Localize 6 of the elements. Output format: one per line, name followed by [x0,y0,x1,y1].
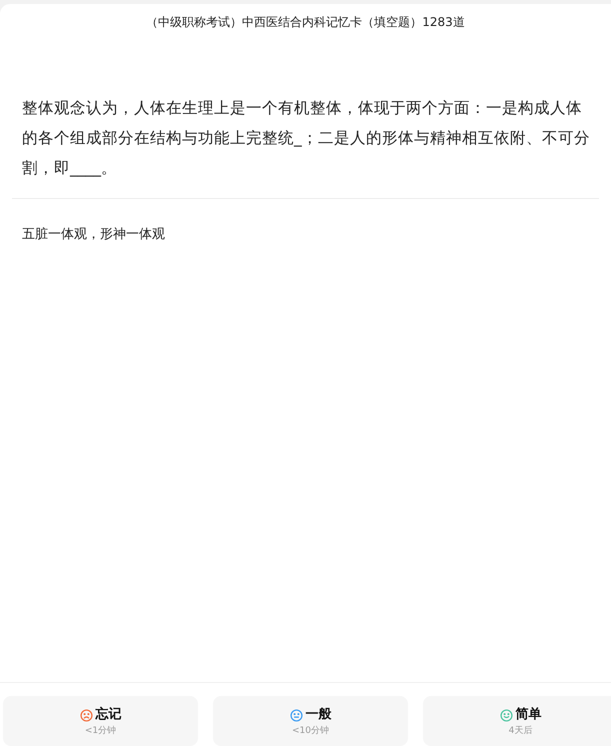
question-text: 整体观念认为，人体在生理上是一个有机整体，体现于两个方面：一是构成人体的各个组成部分在结构与功能上完整统_；二是人的形体与精神相互依附、不可分割，即____。 [22,98,591,179]
rating-button[interactable]: 忘记 <1分钟 [3,696,198,746]
rating-button[interactable]: 一般 <10分钟 [213,696,408,746]
answer-text: 五脏一体观，形神一体观 [22,226,166,244]
rating-button[interactable]: 简单 4天后 [423,696,611,746]
card-title: （中级职称考试）中西医结合内科记忆卡（填空题）1283道 [146,14,465,30]
